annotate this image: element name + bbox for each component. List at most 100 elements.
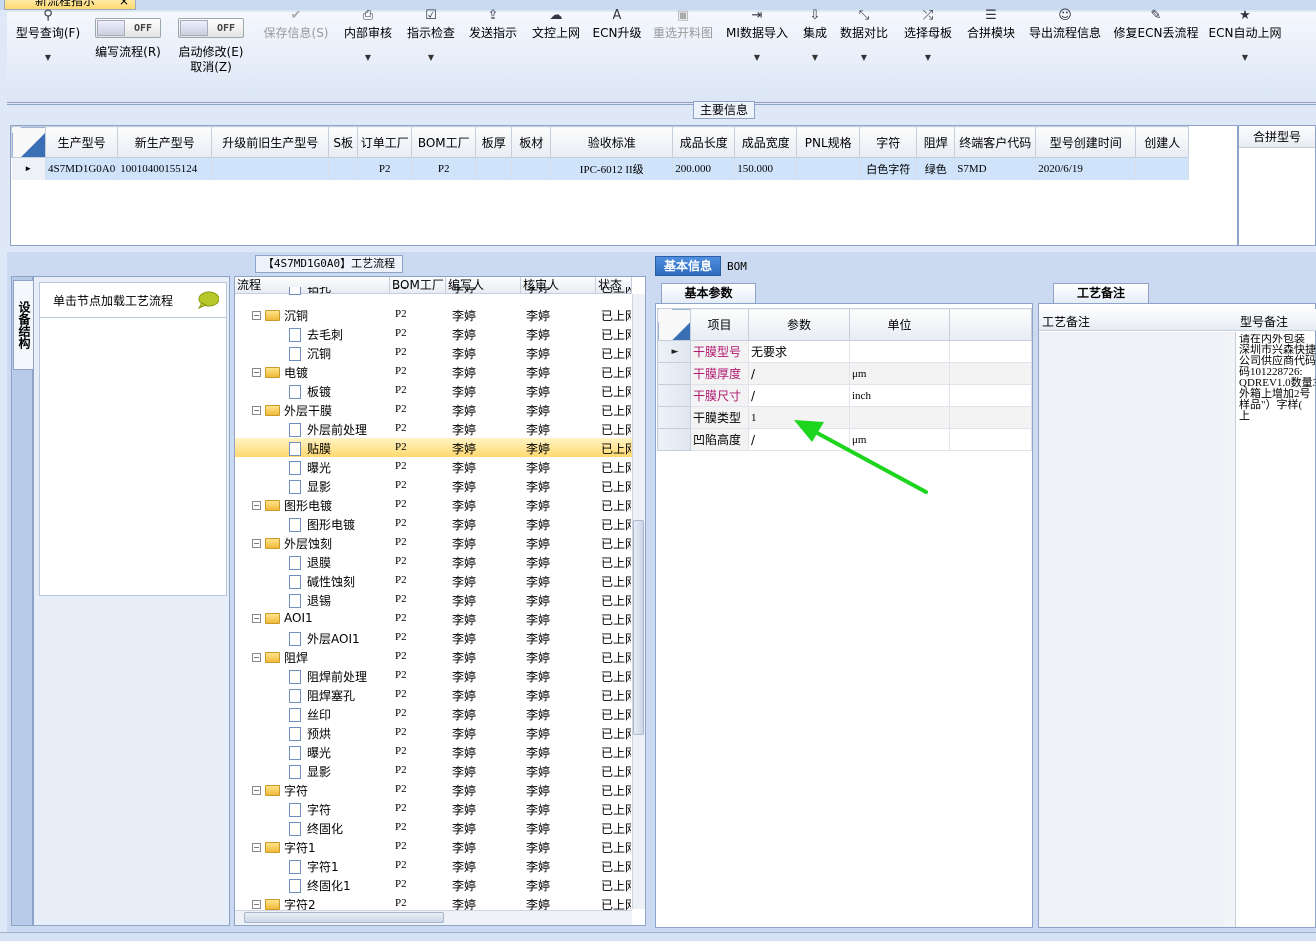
chevron-down-icon[interactable]: ▼ <box>904 50 952 65</box>
table-cell[interactable]: 200.000 <box>672 157 736 180</box>
ribbon-button-15[interactable]: ☺ 导出流程信息 <box>1029 8 1101 41</box>
table-cell[interactable]: S7MD <box>954 157 1037 180</box>
ribbon-button-2[interactable]: OFF 启动修改(E) 取消(Z) <box>178 14 244 75</box>
table-cell[interactable]: P2 <box>411 157 477 180</box>
table-cell[interactable]: 10010400155124 <box>117 157 213 180</box>
toggle-switch[interactable]: OFF <box>178 18 244 38</box>
tree-row[interactable]: 钻孔 P2 李婷 李婷 已上网 <box>235 287 632 296</box>
ribbon-button-12[interactable]: ⤡ 数据对比 ▼ <box>840 8 888 65</box>
collapse-icon[interactable]: − <box>252 900 261 909</box>
ribbon-button-9[interactable]: ▣ 重选开料图 <box>653 8 713 41</box>
tree-row[interactable]: 阻焊前处理 P2 李婷 李婷 已上网 <box>235 666 632 685</box>
table-cell[interactable]: 绿色 <box>916 157 956 180</box>
param-unit[interactable]: μm <box>849 362 950 385</box>
table-cell[interactable] <box>796 157 861 180</box>
column-header[interactable]: 订单工厂 <box>357 126 413 158</box>
ribbon-button-6[interactable]: ⇪ 发送指示 <box>469 8 517 41</box>
table-cell[interactable] <box>328 157 359 180</box>
tree-row[interactable]: 图形电镀 P2 李婷 李婷 已上网 <box>235 514 632 533</box>
chevron-down-icon[interactable]: ▼ <box>1209 50 1282 65</box>
tree-vertical-scroll-thumb[interactable] <box>633 520 644 735</box>
column-header[interactable]: 终端客户代码 <box>954 126 1037 158</box>
collapse-icon[interactable]: − <box>252 653 261 662</box>
table-cell[interactable] <box>475 157 513 180</box>
param-unit[interactable] <box>849 340 950 363</box>
collapse-icon[interactable]: − <box>252 613 261 623</box>
tree-horizontal-scroll-thumb[interactable] <box>244 912 444 923</box>
tree-row[interactable]: 板镀 P2 李婷 李婷 已上网 <box>235 381 632 400</box>
tree-row[interactable]: − 阻焊 P2 李婷 李婷 已上网 <box>235 647 632 666</box>
column-header[interactable]: 升级前旧生产型号 <box>211 126 330 158</box>
tree-row[interactable]: 外层AOI1 P2 李婷 李婷 已上网 <box>235 628 632 647</box>
tree-row[interactable]: 丝印 P2 李婷 李婷 已上网 <box>235 704 632 723</box>
process-notes-field[interactable] <box>1039 332 1236 927</box>
tree-row[interactable]: − 电镀 P2 李婷 李婷 已上网 <box>235 362 632 381</box>
column-header[interactable]: BOM工厂 <box>411 126 477 158</box>
notes-scrollbar[interactable] <box>1224 334 1235 926</box>
col-unit[interactable]: 单位 <box>849 308 950 341</box>
table-cell[interactable] <box>511 157 552 180</box>
tab-bom[interactable]: BOM <box>727 258 757 276</box>
tree-row[interactable]: 曝光 P2 李婷 李婷 已上网 <box>235 742 632 761</box>
tree-row[interactable]: 外层前处理 P2 李婷 李婷 已上网 <box>235 419 632 438</box>
device-structure-tab[interactable]: 设备结构 <box>13 280 35 370</box>
tree-row[interactable]: − 外层干膜 P2 李婷 李婷 已上网 <box>235 400 632 419</box>
main-info-grid[interactable]: 生产型号 新生产型号 升级前旧生产型号 S板 订单工厂 BOM工厂 板厚 板材 验收标准 成品长度… <box>10 125 1238 246</box>
table-cell[interactable]: P2 <box>357 157 413 180</box>
tree-row[interactable]: 终固化1 P2 李婷 李婷 已上网 <box>235 875 632 894</box>
collapse-icon[interactable]: − <box>252 501 261 510</box>
chevron-down-icon[interactable]: ▼ <box>344 50 392 65</box>
table-row[interactable]: ► 4S7MD1G0A0 10010400155124 P2 P2 IPC-6012 II… <box>11 157 1190 180</box>
ribbon-button-3[interactable]: ✔ 保存信息(S) <box>264 8 329 41</box>
col-item[interactable]: 项目 <box>690 308 749 341</box>
param-value[interactable]: / <box>748 362 850 385</box>
notes-caption[interactable]: 工艺备注 <box>1053 283 1149 303</box>
collapse-icon[interactable]: − <box>252 368 261 377</box>
column-header[interactable]: 板材 <box>511 126 552 158</box>
ribbon-button-14[interactable]: ☰ 合拼模块 <box>967 8 1015 41</box>
toggle-knob[interactable] <box>97 20 125 36</box>
chevron-down-icon[interactable]: ▼ <box>407 50 455 65</box>
column-header[interactable]: 型号创建时间 <box>1035 126 1137 158</box>
model-notes-field[interactable]: 请在内外包装 深圳市兴森快捷 公司供应商代码 码101228726: QDREV1.0数… <box>1239 334 1316 434</box>
tab-basic-info[interactable]: 基本信息 <box>655 256 721 276</box>
chevron-down-icon[interactable]: ▼ <box>16 50 80 65</box>
ribbon-button-1[interactable]: OFF 编写流程(R) <box>95 14 161 60</box>
merge-model-grid[interactable]: 合拼型号 <box>1238 125 1316 246</box>
table-cell[interactable]: IPC-6012 II级 <box>550 157 674 180</box>
column-header[interactable]: 验收标准 <box>550 126 674 158</box>
param-value[interactable]: 无要求 <box>748 340 850 363</box>
ribbon-button-8[interactable]: A ECN升级 <box>593 8 642 41</box>
chevron-down-icon[interactable]: ▼ <box>840 50 888 65</box>
tree-row[interactable]: − 图形电镀 P2 李婷 李婷 已上网 <box>235 495 632 514</box>
tree-row[interactable]: 字符1 P2 李婷 李婷 已上网 <box>235 856 632 875</box>
table-cell[interactable]: 4S7MD1G0A0 <box>45 157 119 180</box>
collapse-icon[interactable]: − <box>252 843 261 852</box>
tree-row[interactable]: 显影 P2 李婷 李婷 已上网 <box>235 761 632 780</box>
ribbon-button-5[interactable]: ☑ 指示检查 ▼ <box>407 8 455 65</box>
column-header[interactable]: 板厚 <box>475 126 513 158</box>
tree-row[interactable]: 字符 P2 李婷 李婷 已上网 <box>235 799 632 818</box>
param-value[interactable]: / <box>748 384 850 407</box>
tree-row[interactable]: 退膜 P2 李婷 李婷 已上网 <box>235 552 632 571</box>
tree-row[interactable]: − 外层蚀刻 P2 李婷 李婷 已上网 <box>235 533 632 552</box>
toggle-knob[interactable] <box>180 20 208 36</box>
ribbon-button-7[interactable]: ☁ 文控上网 <box>532 8 580 41</box>
tree-row[interactable]: 去毛刺 P2 李婷 李婷 已上网 <box>235 324 632 343</box>
toggle-switch[interactable]: OFF <box>95 18 161 38</box>
column-header[interactable]: 生产型号 <box>44 126 119 158</box>
ribbon-button-17[interactable]: ★ ECN自动上网 ▼ <box>1209 8 1282 65</box>
tree-row[interactable]: 沉铜 P2 李婷 李婷 已上网 <box>235 343 632 362</box>
chevron-down-icon[interactable]: ▼ <box>803 50 827 65</box>
param-row[interactable]: 干膜厚度 / μm <box>657 362 1032 385</box>
ribbon-button-4[interactable]: ⎙ 内部审核 ▼ <box>344 8 392 65</box>
tree-row[interactable]: 显影 P2 李婷 李婷 已上网 <box>235 476 632 495</box>
column-header[interactable]: 创建人 <box>1135 126 1190 158</box>
chevron-down-icon[interactable]: ▼ <box>726 50 788 65</box>
ribbon-button-0[interactable]: ⚲ 型号查询(F) ▼ <box>16 8 80 65</box>
tree-row[interactable]: 预烘 P2 李婷 李婷 已上网 <box>235 723 632 742</box>
tree-row[interactable]: − 字符1 P2 李婷 李婷 已上网 <box>235 837 632 856</box>
tree-row[interactable]: 退锡 P2 李婷 李婷 已上网 <box>235 590 632 609</box>
column-header[interactable]: 阻焊 <box>916 126 956 158</box>
column-header[interactable]: PNL规格 <box>796 126 861 158</box>
